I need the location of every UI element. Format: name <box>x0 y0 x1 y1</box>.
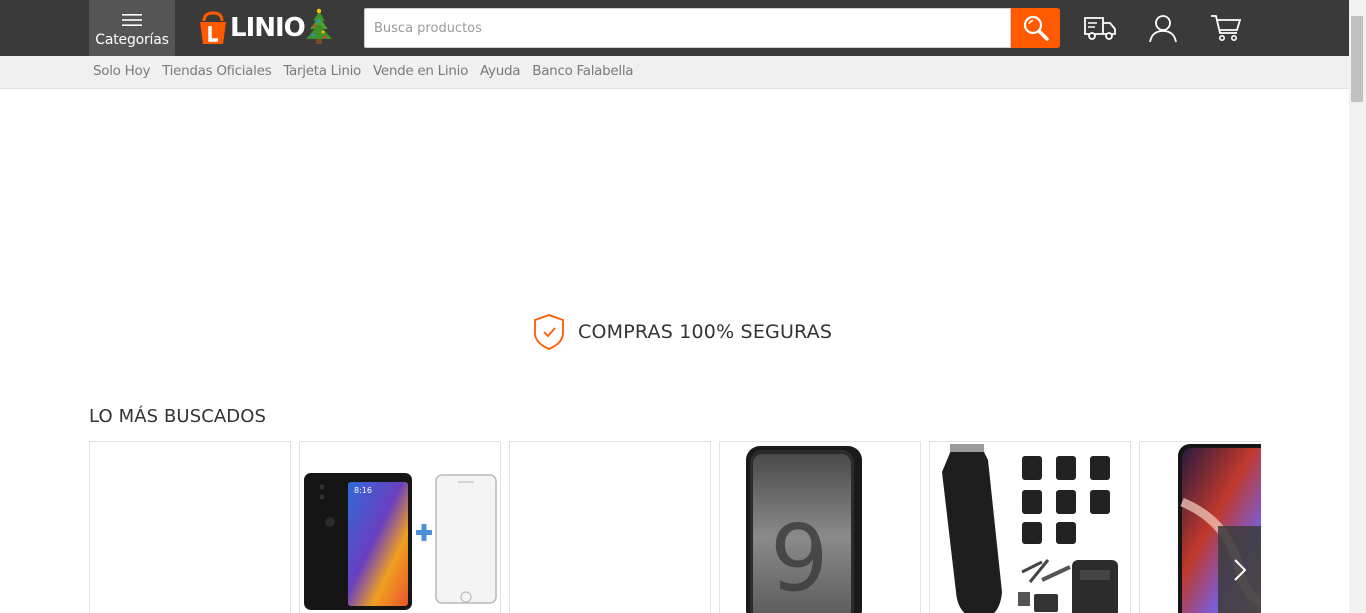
search-button[interactable] <box>1011 8 1060 48</box>
user-account-icon <box>1149 15 1177 43</box>
secure-purchases-text: COMPRAS 100% SEGURAS <box>578 321 833 343</box>
chevron-right-icon <box>1233 558 1246 581</box>
product-card[interactable]: 8:16 <box>299 441 501 613</box>
search-input[interactable] <box>364 8 1011 48</box>
shield-check-icon <box>534 314 564 350</box>
top-header: Categorías LINIO <box>0 0 1349 56</box>
svg-text:8:16: 8:16 <box>354 486 372 495</box>
account-button[interactable] <box>1146 12 1180 44</box>
hair-clipper-kit-image <box>942 444 1118 613</box>
galaxy-s9-image: 9 <box>746 446 862 613</box>
secondary-nav: Solo Hoy Tiendas Oficiales Tarjeta Linio… <box>0 56 1349 89</box>
track-order-button[interactable] <box>1083 12 1117 44</box>
hamburger-menu-icon <box>122 13 142 26</box>
smartphone-bundle-image: 8:16 <box>304 473 497 610</box>
nav-tiendas-oficiales[interactable]: Tiendas Oficiales <box>162 63 271 79</box>
product-card[interactable] <box>89 441 291 613</box>
christmas-tree-icon <box>306 8 332 44</box>
product-card[interactable]: 9 <box>719 441 921 613</box>
cart-button[interactable] <box>1209 12 1243 44</box>
nav-tarjeta-linio[interactable]: Tarjeta Linio <box>283 63 361 79</box>
nav-ayuda[interactable]: Ayuda <box>480 63 521 79</box>
nav-banco-falabella[interactable]: Banco Falabella <box>532 63 633 79</box>
search-bar <box>364 8 1060 48</box>
most-searched-carousel: 8:16 9 <box>89 441 1261 613</box>
linio-logo[interactable]: LINIO <box>198 8 306 48</box>
categories-button[interactable]: Categorías <box>89 0 175 56</box>
product-card[interactable] <box>509 441 711 613</box>
logo-text: LINIO <box>230 13 306 43</box>
most-searched-title: LO MÁS BUSCADOS <box>89 406 267 427</box>
nav-solo-hoy[interactable]: Solo Hoy <box>93 63 150 79</box>
scrollbar-thumb[interactable] <box>1351 16 1363 102</box>
carousel-next-button[interactable] <box>1218 526 1261 613</box>
delivery-truck-icon <box>1084 17 1116 40</box>
categories-label: Categorías <box>95 31 169 48</box>
nav-vende-en-linio[interactable]: Vende en Linio <box>373 63 468 79</box>
search-icon <box>1023 15 1049 41</box>
secure-purchases-banner: COMPRAS 100% SEGURAS <box>532 313 832 351</box>
linio-logo-icon <box>200 11 226 44</box>
page-scrollbar[interactable] <box>1349 0 1366 613</box>
product-card[interactable] <box>929 441 1131 613</box>
shopping-cart-icon <box>1211 15 1242 41</box>
svg-text:9: 9 <box>770 505 829 612</box>
